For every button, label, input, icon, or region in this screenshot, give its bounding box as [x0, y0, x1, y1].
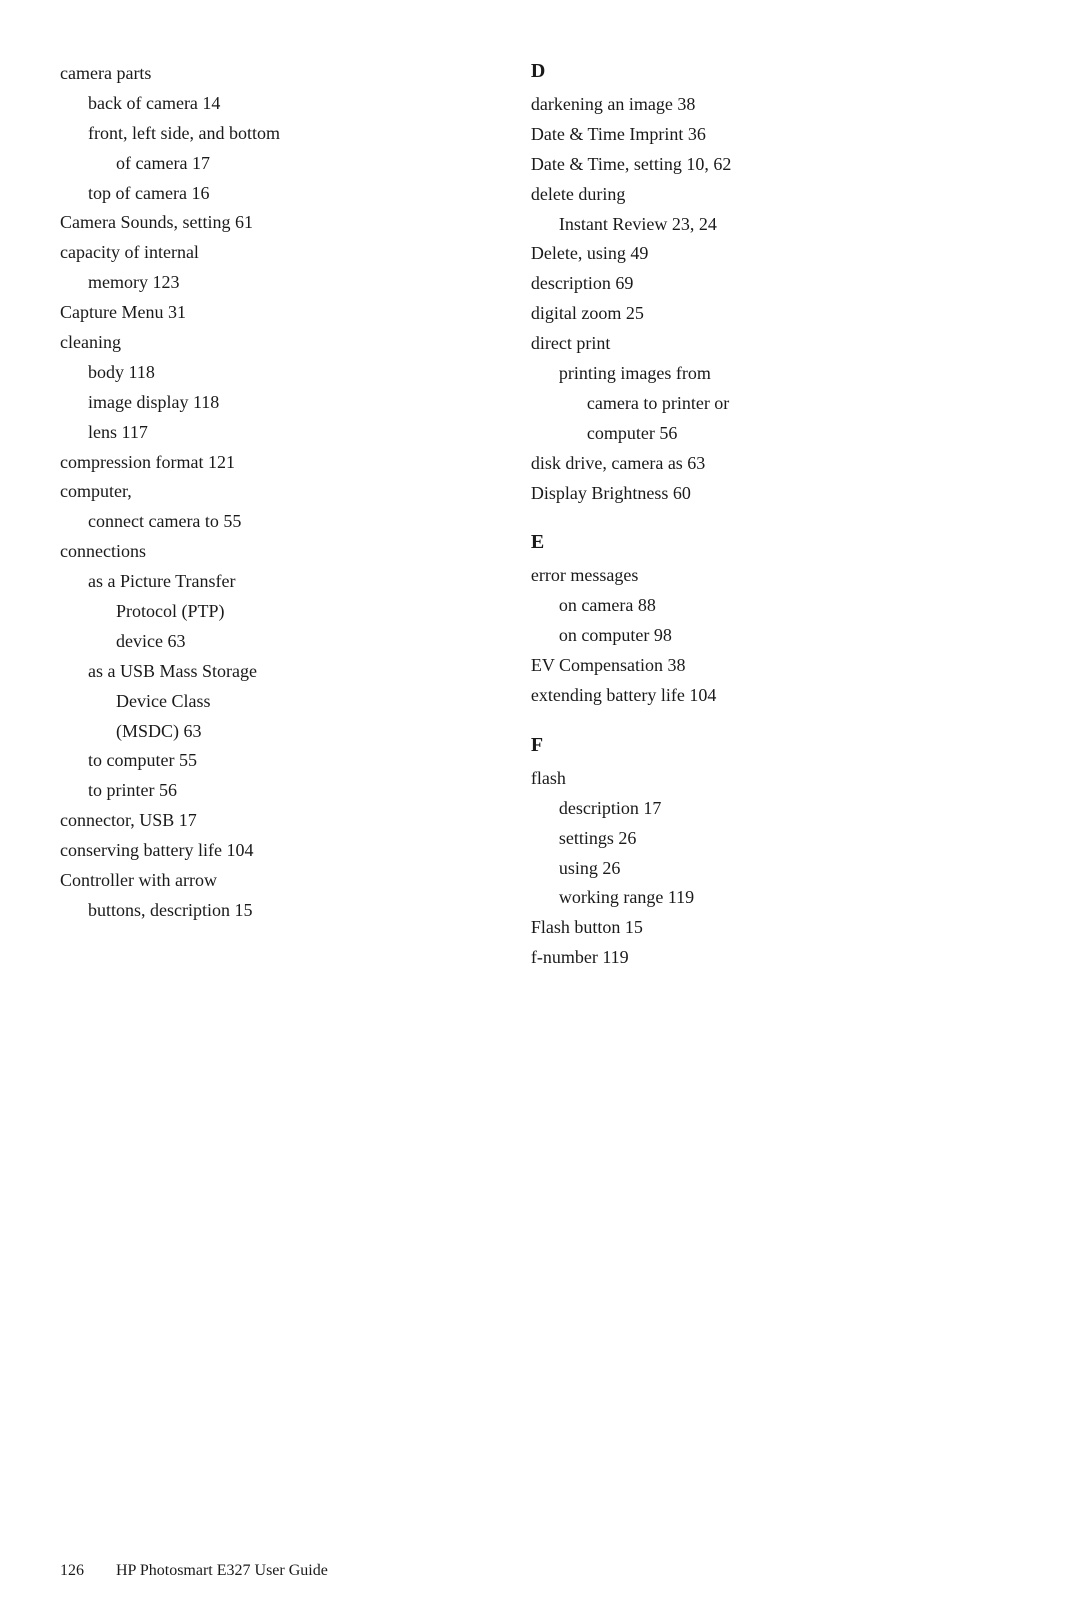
section-letter: D	[531, 60, 1020, 83]
left-index-entry: as a USB Mass Storage	[60, 658, 471, 686]
left-index-entry: as a Picture Transfer	[60, 568, 471, 596]
right-column: Ddarkening an image 38Date & Time Imprin…	[511, 60, 1020, 974]
right-index-entry: extending battery life 104	[531, 682, 1020, 710]
left-index-entry: computer,	[60, 478, 471, 506]
left-index-entry: Controller with arrow	[60, 867, 471, 895]
footer-page-number: 126	[60, 1562, 84, 1580]
right-index-entry: Date & Time Imprint 36	[531, 121, 1020, 149]
footer: 126 HP Photosmart E327 User Guide	[60, 1562, 1020, 1580]
right-index-entry: Date & Time, setting 10, 62	[531, 151, 1020, 179]
left-index-entry: compression format 121	[60, 449, 471, 477]
left-index-entry: front, left side, and bottom	[60, 120, 471, 148]
right-index-entry: working range 119	[531, 884, 1020, 912]
left-index-entry: top of camera 16	[60, 180, 471, 208]
left-index-entry: memory 123	[60, 269, 471, 297]
right-index-entry: EV Compensation 38	[531, 652, 1020, 680]
section-letter: E	[531, 531, 1020, 554]
right-index-entry: disk drive, camera as 63	[531, 450, 1020, 478]
right-index-entry: Delete, using 49	[531, 240, 1020, 268]
right-index-entry: on camera 88	[531, 592, 1020, 620]
left-index-entry: buttons, description 15	[60, 897, 471, 925]
right-index-entry: description 69	[531, 270, 1020, 298]
footer-title: HP Photosmart E327 User Guide	[116, 1562, 328, 1580]
content-area: camera partsback of camera 14front, left…	[60, 60, 1020, 974]
right-index-entry: delete during	[531, 181, 1020, 209]
right-index-entry: direct print	[531, 330, 1020, 358]
right-index-entry: computer 56	[531, 420, 1020, 448]
right-index-entry: digital zoom 25	[531, 300, 1020, 328]
right-index-entry: flash	[531, 765, 1020, 793]
left-index-entry: Device Class	[60, 688, 471, 716]
left-index-entry: to printer 56	[60, 777, 471, 805]
left-index-entry: Capture Menu 31	[60, 299, 471, 327]
right-index-entry: printing images from	[531, 360, 1020, 388]
left-index-entry: (MSDC) 63	[60, 718, 471, 746]
left-index-entry: connect camera to 55	[60, 508, 471, 536]
right-index-entry: camera to printer or	[531, 390, 1020, 418]
left-index-entry: of camera 17	[60, 150, 471, 178]
left-index-entry: connections	[60, 538, 471, 566]
left-index-entry: to computer 55	[60, 747, 471, 775]
left-index-entry: Protocol (PTP)	[60, 598, 471, 626]
right-index-entry: description 17	[531, 795, 1020, 823]
left-index-entry: connector, USB 17	[60, 807, 471, 835]
right-index-entry: using 26	[531, 855, 1020, 883]
left-index-entry: Camera Sounds, setting 61	[60, 209, 471, 237]
left-index-entry: cleaning	[60, 329, 471, 357]
left-index-entry: conserving battery life 104	[60, 837, 471, 865]
left-index-entry: back of camera 14	[60, 90, 471, 118]
right-index-entry: settings 26	[531, 825, 1020, 853]
right-index-entry: f-number 119	[531, 944, 1020, 972]
page: camera partsback of camera 14front, left…	[0, 0, 1080, 1620]
left-column: camera partsback of camera 14front, left…	[60, 60, 511, 974]
section-letter: F	[531, 734, 1020, 757]
right-index-entry: darkening an image 38	[531, 91, 1020, 119]
left-index-entry: image display 118	[60, 389, 471, 417]
right-index-entry: Flash button 15	[531, 914, 1020, 942]
left-index-entry: body 118	[60, 359, 471, 387]
right-index-entry: on computer 98	[531, 622, 1020, 650]
left-index-entry: capacity of internal	[60, 239, 471, 267]
left-index-entry: camera parts	[60, 60, 471, 88]
right-index-entry: Display Brightness 60	[531, 480, 1020, 508]
left-index-entry: device 63	[60, 628, 471, 656]
right-index-entry: Instant Review 23, 24	[531, 211, 1020, 239]
right-index-entry: error messages	[531, 562, 1020, 590]
left-index-entry: lens 117	[60, 419, 471, 447]
